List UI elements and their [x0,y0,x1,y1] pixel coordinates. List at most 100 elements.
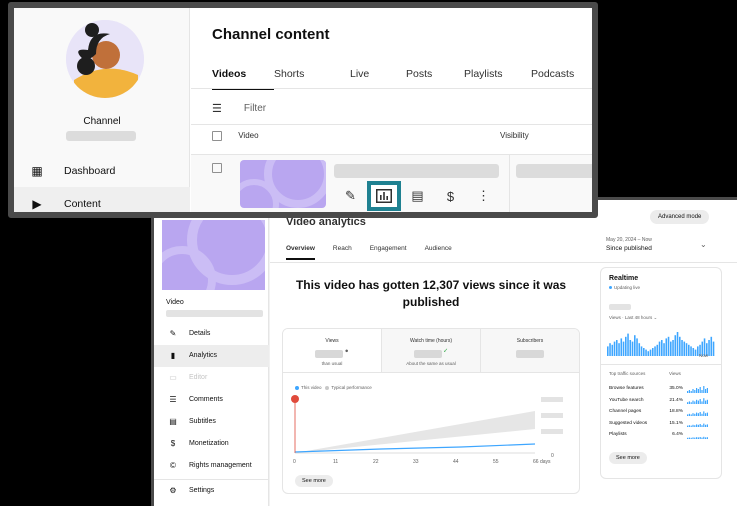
sparkline-bar [694,437,696,439]
subtitles-icon: ▤ [169,417,177,426]
advanced-mode-button[interactable]: Advanced mode [650,210,710,224]
sparkline-bar [697,388,699,393]
sparkline [687,436,708,439]
analytics-sidebar: Video ✎ Details ▮ Analytics ▭ Editor ☰ Comme… [154,200,269,506]
dashboard-icon: ▦ [31,163,43,178]
sparkline [687,411,708,416]
sparkline-bar [699,424,701,428]
table-row[interactable]: ✎ ▤ $ ⋮ [191,155,592,212]
x-tick-label: 66 days [533,459,551,465]
realtime-subtitle[interactable]: Views · Last 48 hours ⌄ [609,315,657,321]
content-tabs: Videos Shorts Live Posts Playlists Podca… [212,68,591,90]
sparkline-bar [688,413,690,416]
tab-shorts[interactable]: Shorts [274,68,350,90]
nav-analytics[interactable]: ▮ Analytics [154,344,269,367]
see-more-button[interactable]: See more [295,475,333,487]
nav-subtitles[interactable]: ▤ Subtitles [154,411,269,433]
sparkline [687,398,708,405]
sparkline-bar [694,389,696,393]
sparkline-bar [699,386,701,393]
sparkline-bar [692,388,694,393]
sparkline-bar [688,425,690,428]
sparkline-bar [706,387,708,393]
realtime-bar [681,340,683,356]
realtime-card: Realtime Updating live Views · Last 48 h… [600,267,722,479]
sparkline-bar [699,436,701,439]
analytics-main: Video analytics Advanced mode May 20, 20… [270,200,737,506]
sparkline-bar [705,400,707,405]
metric-value-placeholder [413,350,442,358]
metric-subscribers[interactable]: Subscribers [481,329,579,372]
realtime-bar [613,341,616,356]
nav-content[interactable]: ▶ Content [14,187,190,212]
check-icon: ✓ [443,348,449,355]
realtime-bar [710,336,713,356]
realtime-bar [616,340,618,356]
sparkline-bar [692,437,694,439]
sparkline-bar [706,424,708,428]
more-options-button[interactable]: ⋮ [467,183,500,209]
filter-bar[interactable]: ☰ Filter [212,102,266,115]
video-thumbnail[interactable] [240,160,326,208]
tab-posts[interactable]: Posts [406,68,464,90]
nav-rights-management[interactable]: © Rights management [154,454,269,476]
nav-dashboard[interactable]: ▦ Dashboard [14,154,190,187]
realtime-bar [607,346,609,356]
tab-engagement[interactable]: Engagement [370,245,407,260]
sparkline-bar [692,412,694,416]
video-thumbnail[interactable] [162,220,265,290]
tab-playlists[interactable]: Playlists [464,68,531,90]
sparkline-bar [687,437,689,439]
comments-button[interactable]: ▤ [401,183,434,209]
realtime-bar [629,340,632,356]
sparkline-bar [690,402,692,405]
realtime-title: Realtime [609,275,639,282]
tab-audience[interactable]: Audience [425,245,452,260]
traffic-source-row: Playlists 6.4% [609,429,717,441]
divider [154,479,269,480]
select-all-checkbox[interactable] [212,131,222,141]
tab-videos[interactable]: Videos [212,68,274,90]
row-checkbox[interactable] [212,163,222,173]
sparkline-bar [701,401,703,405]
analytics-button[interactable] [367,181,401,211]
realtime-bar [665,338,668,356]
nav-monetization[interactable]: $ Monetization [154,432,269,454]
traffic-source-name: YouTube search [609,397,644,403]
nav-comments[interactable]: ☰ Comments [154,389,269,411]
chevron-down-icon[interactable]: ⌄ [700,240,707,249]
traffic-source-percent: 35.0% [669,386,683,392]
realtime-bar [674,335,677,356]
avatar[interactable] [66,20,144,98]
traffic-source-row: Channel pages 18.8% [609,406,717,418]
traffic-source-row: Suggested videos 15.1% [609,418,717,430]
sparkline-bar [697,400,699,405]
y-tick-placeholder [541,429,563,434]
traffic-source-name: Suggested videos [609,420,648,426]
realtime-see-more-button[interactable]: See more [609,452,647,464]
column-visibility: Visibility [500,131,529,140]
metric-views[interactable]: Views ● than usual [283,329,382,372]
metrics-row: Views ● than usual Watch time (hours) ✓ … [283,329,579,373]
sparkline-bar [705,412,707,416]
realtime-bar [683,341,686,356]
pencil-icon: ✎ [345,188,356,203]
nav-details[interactable]: ✎ Details [154,323,269,345]
copyright-icon: © [170,460,176,470]
analytics-icon: ▮ [170,351,176,361]
details-button[interactable]: ✎ [334,183,367,209]
x-tick-label: 44 [453,459,459,465]
tab-podcasts[interactable]: Podcasts [531,68,591,90]
monetization-button[interactable]: $ [434,183,467,209]
tab-reach[interactable]: Reach [333,245,352,260]
tab-live[interactable]: Live [350,68,406,90]
realtime-bar [712,341,715,356]
metric-watch-time[interactable]: Watch time (hours) ✓ About the same as u… [382,329,481,372]
comments-icon: ▤ [411,188,424,203]
nav-editor[interactable]: ▭ Editor [154,367,269,389]
realtime-bar-chart [607,332,715,356]
sparkline-bar [687,425,689,428]
nav-settings[interactable]: ⚙ Settings [168,486,214,495]
tab-overview[interactable]: Overview [286,245,315,260]
date-range-label[interactable]: Since published [606,245,652,252]
